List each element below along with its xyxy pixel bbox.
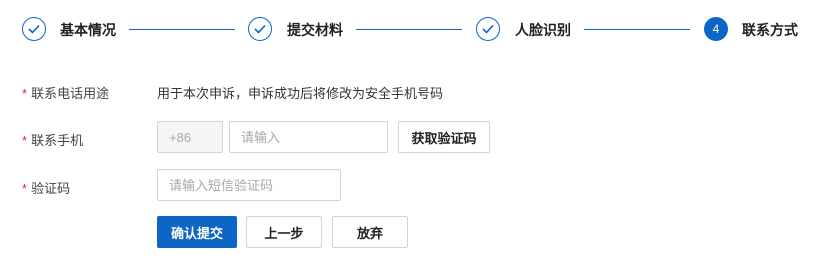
step-1-check-icon <box>22 17 46 41</box>
action-row: 确认提交 上一步 放弃 <box>0 216 818 248</box>
step-2-label: 提交材料 <box>287 22 343 38</box>
step-connector <box>129 29 235 30</box>
step-4-label: 联系方式 <box>742 22 798 38</box>
required-mark: * <box>22 133 28 148</box>
step-2-check-icon <box>248 17 272 41</box>
step-connector <box>356 29 462 30</box>
code-input[interactable] <box>157 169 341 201</box>
phone-row: *联系手机 +86 获取验证码 <box>0 121 818 153</box>
phone-label: * 联系手机 <box>22 130 83 149</box>
step-connector <box>584 29 690 30</box>
step-3-check-icon <box>476 17 500 41</box>
previous-step-button[interactable]: 上一步 <box>246 216 322 248</box>
required-mark: * <box>22 86 28 101</box>
usage-description: 用于本次申诉，申诉成功后将修改为安全手机号码 <box>157 86 444 101</box>
phone-label-text: 联系手机 <box>31 133 84 148</box>
usage-label-text: 联系电话用途 <box>31 86 110 101</box>
code-label: * 验证码 <box>22 178 70 197</box>
abandon-button[interactable]: 放弃 <box>332 216 408 248</box>
code-label-text: 验证码 <box>31 181 71 196</box>
usage-label: * 联系电话用途 <box>22 83 109 102</box>
phone-input[interactable] <box>229 121 388 153</box>
required-mark: * <box>22 181 28 196</box>
step-4-number: 4 <box>704 17 728 41</box>
usage-row: * 联系电话用途 用于本次申诉，申诉成功后将修改为安全手机号码 <box>0 82 818 102</box>
step-indicator: 基本情况 提交材料 人脸识别 4 联系方式 <box>0 0 818 64</box>
code-row: * 验证码 <box>0 169 818 201</box>
step-3-label: 人脸识别 <box>515 22 571 38</box>
country-code-prefix: +86 <box>157 121 223 153</box>
get-code-button[interactable]: 获取验证码 <box>398 121 490 153</box>
confirm-submit-button[interactable]: 确认提交 <box>157 216 237 248</box>
step-1-label: 基本情况 <box>60 22 116 38</box>
